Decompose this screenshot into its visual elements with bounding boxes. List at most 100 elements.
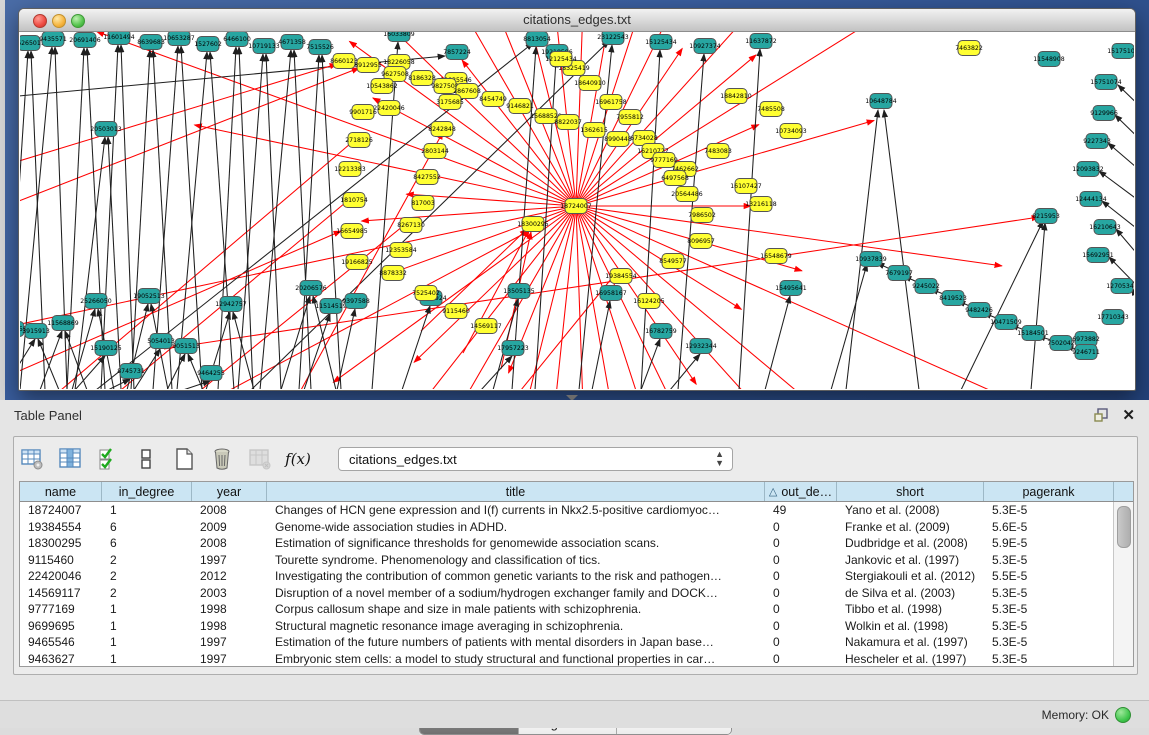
table-cell[interactable]: 5.3E-5 <box>984 586 1114 600</box>
column-header-year[interactable]: year <box>192 482 267 501</box>
table-cell[interactable]: Yano et al. (2008) <box>837 503 984 517</box>
scrollbar-thumb[interactable] <box>1117 506 1131 548</box>
table-cell[interactable]: 2 <box>102 553 192 567</box>
table-cell[interactable]: 19384554 <box>20 520 102 534</box>
table-cell[interactable]: Franke et al. (2009) <box>837 520 984 534</box>
attribute-table[interactable]: namein_degreeyeartitle△out_de…shortpager… <box>19 481 1134 667</box>
table-cell[interactable]: 1 <box>102 619 192 633</box>
column-header-in_degree[interactable]: in_degree <box>102 482 192 501</box>
table-cell[interactable]: 1 <box>102 503 192 517</box>
table-row[interactable]: 946554611997Estimation of the future num… <box>20 634 1133 651</box>
network-canvas[interactable]: 1626501194355712069140611601494863968310… <box>20 32 1134 389</box>
table-cell[interactable]: 9465546 <box>20 635 102 649</box>
table-row[interactable]: 1938455462009Genome-wide association stu… <box>20 519 1133 536</box>
table-row[interactable]: 969969511998Structural magnetic resonanc… <box>20 618 1133 635</box>
citation-network-graph[interactable]: 1626501194355712069140611601494863968310… <box>20 32 1134 389</box>
table-cell[interactable]: 9777169 <box>20 602 102 616</box>
table-row[interactable]: 946362711997Embryonic stem cells: a mode… <box>20 651 1133 668</box>
table-cell[interactable]: 1998 <box>192 602 267 616</box>
table-cell[interactable]: Tourette syndrome. Phenomenology and cla… <box>267 553 765 567</box>
table-cell[interactable]: 1 <box>102 602 192 616</box>
table-cell[interactable]: Corpus callosum shape and size in male p… <box>267 602 765 616</box>
delete-table-icon[interactable] <box>210 447 234 471</box>
table-cell[interactable]: 0 <box>765 602 837 616</box>
table-cell[interactable]: 0 <box>765 520 837 534</box>
table-cell[interactable]: 5.5E-5 <box>984 569 1114 583</box>
table-cell[interactable]: Genome-wide association studies in ADHD. <box>267 520 765 534</box>
table-cell[interactable]: Estimation of significance thresholds fo… <box>267 536 765 550</box>
table-cell[interactable]: Structural magnetic resonance image aver… <box>267 619 765 633</box>
table-cell[interactable]: Estimation of the future numbers of pati… <box>267 635 765 649</box>
table-cell[interactable]: 2 <box>102 569 192 583</box>
table-cell[interactable]: 0 <box>765 553 837 567</box>
table-cell[interactable]: 2003 <box>192 586 267 600</box>
table-cell[interactable]: 0 <box>765 635 837 649</box>
table-cell[interactable]: Changes of HCN gene expression and I(f) … <box>267 503 765 517</box>
table-settings-icon[interactable] <box>20 447 44 471</box>
float-panel-icon[interactable] <box>1093 407 1109 423</box>
table-cell[interactable]: 22420046 <box>20 569 102 583</box>
row-height-icon[interactable] <box>134 447 158 471</box>
column-header-short[interactable]: short <box>837 482 984 501</box>
table-cell[interactable]: 1 <box>102 652 192 666</box>
table-cell[interactable]: 2009 <box>192 520 267 534</box>
vertical-scrollbar[interactable] <box>1113 502 1133 666</box>
table-cell[interactable]: 1998 <box>192 619 267 633</box>
table-cell[interactable]: 0 <box>765 619 837 633</box>
new-table-icon[interactable] <box>172 447 196 471</box>
column-header-name[interactable]: name <box>20 482 102 501</box>
close-panel-icon[interactable]: ✕ <box>1122 406 1135 424</box>
table-cell[interactable]: 2008 <box>192 503 267 517</box>
table-row[interactable]: 1456911722003Disruption of a novel membe… <box>20 585 1133 602</box>
table-cell[interactable]: de Silva et al. (2003) <box>837 586 984 600</box>
table-cell[interactable]: 9699695 <box>20 619 102 633</box>
table-cell[interactable]: 2 <box>102 586 192 600</box>
table-header-row[interactable]: namein_degreeyeartitle△out_de…shortpager… <box>20 482 1133 502</box>
table-cell[interactable]: Tibbo et al. (1998) <box>837 602 984 616</box>
window-titlebar[interactable]: citations_edges.txt <box>19 9 1135 32</box>
table-cell[interactable]: Jankovic et al. (1997) <box>837 553 984 567</box>
table-cell[interactable]: 5.3E-5 <box>984 602 1114 616</box>
table-cell[interactable]: Disruption of a novel member of a sodium… <box>267 586 765 600</box>
table-cell[interactable]: 6 <box>102 520 192 534</box>
table-cell[interactable]: 5.3E-5 <box>984 635 1114 649</box>
table-cell[interactable]: 1997 <box>192 635 267 649</box>
table-cell[interactable]: 9115460 <box>20 553 102 567</box>
table-cell[interactable]: Stergiakouli et al. (2012) <box>837 569 984 583</box>
table-cell[interactable]: 1997 <box>192 553 267 567</box>
table-body[interactable]: 1872400712008Changes of HCN gene express… <box>20 502 1133 667</box>
column-header-title[interactable]: title <box>267 482 765 501</box>
table-cell[interactable]: 5.6E-5 <box>984 520 1114 534</box>
table-cell[interactable]: Nakamura et al. (1997) <box>837 635 984 649</box>
table-cell[interactable]: Wolkin et al. (1998) <box>837 619 984 633</box>
table-row[interactable]: 1872400712008Changes of HCN gene express… <box>20 502 1133 519</box>
function-builder-icon[interactable]: f(x) <box>286 447 310 471</box>
table-cell[interactable]: 9463627 <box>20 652 102 666</box>
table-cell[interactable]: 18724007 <box>20 503 102 517</box>
table-row[interactable]: 977716911998Corpus callosum shape and si… <box>20 601 1133 618</box>
table-cell[interactable]: 18300295 <box>20 536 102 550</box>
select-rows-icon[interactable] <box>96 447 120 471</box>
show-columns-icon[interactable] <box>58 447 82 471</box>
table-cell[interactable]: 5.3E-5 <box>984 503 1114 517</box>
column-header-out_de[interactable]: △out_de… <box>765 482 837 501</box>
table-cell[interactable]: 0 <box>765 652 837 666</box>
table-cell[interactable]: Investigating the contribution of common… <box>267 569 765 583</box>
column-header-pagerank[interactable]: pagerank <box>984 482 1114 501</box>
table-cell[interactable]: 0 <box>765 586 837 600</box>
table-cell[interactable]: 0 <box>765 569 837 583</box>
table-cell[interactable]: 2012 <box>192 569 267 583</box>
table-cell[interactable]: 5.3E-5 <box>984 553 1114 567</box>
table-cell[interactable]: Hescheler et al. (1997) <box>837 652 984 666</box>
table-cell[interactable]: 6 <box>102 536 192 550</box>
table-row[interactable]: 1830029562008Estimation of significance … <box>20 535 1133 552</box>
table-cell[interactable]: 2008 <box>192 536 267 550</box>
table-row[interactable]: 911546021997Tourette syndrome. Phenomeno… <box>20 552 1133 569</box>
table-cell[interactable]: 5.9E-5 <box>984 536 1114 550</box>
table-cell[interactable]: 1 <box>102 635 192 649</box>
table-cell[interactable]: 49 <box>765 503 837 517</box>
table-cell[interactable]: 5.3E-5 <box>984 619 1114 633</box>
table-cell[interactable]: 1997 <box>192 652 267 666</box>
table-cell[interactable]: 5.3E-5 <box>984 652 1114 666</box>
table-cell[interactable]: Embryonic stem cells: a model to study s… <box>267 652 765 666</box>
